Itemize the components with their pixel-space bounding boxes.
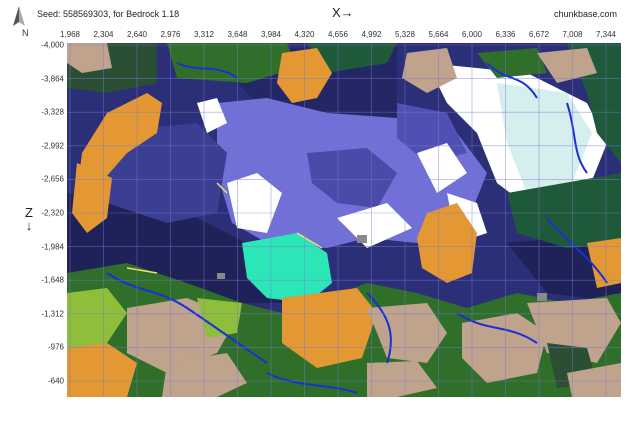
z-tick-label: -2,320 [41, 208, 64, 218]
z-tick-label: -1,648 [41, 275, 64, 285]
x-tick-label: 4,656 [327, 30, 349, 39]
x-tick-label: 2,976 [160, 30, 181, 39]
x-tick-label: 5,328 [394, 30, 416, 39]
x-tick-label: 7,344 [595, 30, 617, 39]
biome-map[interactable] [67, 43, 621, 397]
x-tick-label: 2,304 [93, 30, 114, 39]
x-tick-label: 4,320 [294, 30, 315, 39]
x-tick-label: 2,640 [126, 30, 148, 39]
x-tick-label: 6,672 [528, 30, 550, 39]
x-tick-label: 7,008 [562, 30, 583, 39]
z-tick-label: -2,656 [41, 174, 64, 184]
z-tick-label: -640 [47, 376, 64, 386]
x-axis-label: X→ [332, 5, 354, 20]
x-tick-label: 5,664 [428, 30, 449, 39]
x-tick-label: 6,336 [495, 30, 516, 39]
brand-link[interactable]: chunkbase.com [554, 9, 617, 19]
x-tick-label: 3,984 [260, 30, 282, 39]
x-tick-label: 3,312 [193, 30, 215, 39]
x-tick-label: 3,648 [227, 30, 248, 39]
z-tick-label: -3,328 [41, 107, 64, 117]
z-tick-label: -1,984 [41, 242, 64, 252]
z-tick-label: -1,312 [41, 309, 64, 319]
x-tick-label: 4,992 [361, 30, 382, 39]
z-tick-label: -3,864 [41, 74, 64, 84]
x-tick-label: 6,000 [461, 30, 483, 39]
z-tick-label: -4,000 [41, 40, 64, 50]
z-tick-label: -2,992 [41, 141, 64, 151]
z-tick-label: -976 [47, 342, 64, 352]
x-tick-labels: 1,968 2,304 2,640 2,976 3,312 3,648 3,984 4,320… [0, 30, 640, 42]
z-tick-labels: -4,000 -3,864 -3,328 -2,992 -2,656 -2,320 -1,9… [0, 0, 64, 432]
